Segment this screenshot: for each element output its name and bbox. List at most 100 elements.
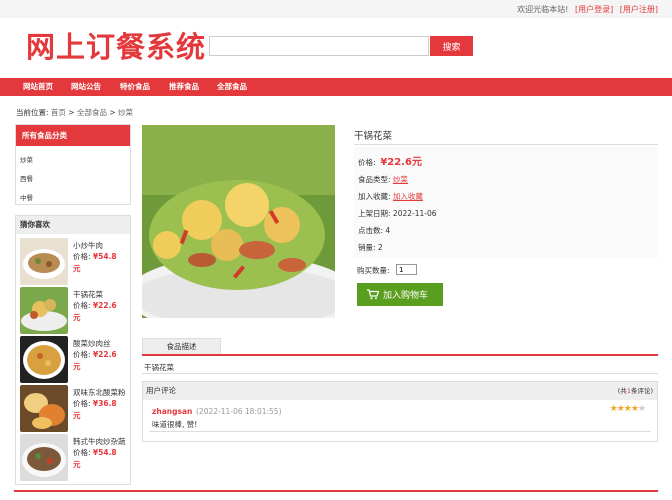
recommend-item-name[interactable]: 双味东北酸菜粉 <box>73 387 126 398</box>
welcome-text: 欢迎光临本站! <box>517 5 569 14</box>
price-label: 价格: <box>73 350 91 359</box>
recommend-item[interactable]: 酸菜炒肉丝 价格: ¥22.6 元 <box>20 336 130 383</box>
recommend-item-price: 价格: ¥54.8 元 <box>73 447 133 471</box>
breadcrumb-all[interactable]: 全部食品 <box>77 108 107 117</box>
price-value: ¥36.8 <box>92 399 117 408</box>
product-image <box>142 125 335 318</box>
product-price: ¥22.6元 <box>380 157 422 168</box>
comments-count: (共1条评论) <box>618 382 653 400</box>
rating-stars: ★★★★★ <box>609 404 646 414</box>
star-filled-icon: ★ <box>616 404 625 414</box>
price-value: ¥22.6 <box>92 301 117 310</box>
nav-item-notice[interactable]: 网站公告 <box>62 78 110 96</box>
breadcrumb-home[interactable]: 首页 <box>51 108 66 117</box>
search-input[interactable] <box>209 36 429 56</box>
recommend-item-price: 价格: ¥22.6 元 <box>73 300 133 324</box>
food-thumbnail[interactable] <box>20 287 68 334</box>
food-thumbnail[interactable] <box>20 434 68 481</box>
divider <box>149 431 651 432</box>
type-link[interactable]: 炒菜 <box>393 175 408 184</box>
add-to-cart-button[interactable]: 加入购物车 <box>357 283 443 306</box>
recommend-item-name[interactable]: 小炒牛肉 <box>73 240 103 251</box>
price-unit: 元 <box>73 264 81 273</box>
star-filled-icon: ★ <box>623 404 632 414</box>
product-title: 干锅花菜 <box>354 131 393 142</box>
clicks-label: 点击数: <box>358 226 384 235</box>
price-label: 价格: <box>358 158 376 167</box>
nav-item-all[interactable]: 全部食品 <box>208 78 256 96</box>
date-row: 上架日期: 2022-11-06 <box>358 208 437 219</box>
price-value: ¥54.8 <box>92 448 117 457</box>
recommend-item-price: 价格: ¥36.8 元 <box>73 398 133 422</box>
divider <box>354 144 658 145</box>
breadcrumb: 当前位置: 首页 > 全部食品 > 炒菜 <box>16 107 133 118</box>
nav-item-recommend[interactable]: 推荐食品 <box>160 78 208 96</box>
star-filled-icon: ★ <box>609 404 618 414</box>
breadcrumb-sep: > <box>65 108 77 117</box>
food-thumbnail[interactable] <box>20 385 68 432</box>
top-bar: 欢迎光临本站! [用户登录] [用户注册] <box>0 0 672 18</box>
type-label: 食品类型: <box>358 175 391 184</box>
comments-panel: 用户评论 (共1条评论) zhangsan (2022-11-06 18:01:… <box>142 381 658 442</box>
quantity-input[interactable] <box>396 264 417 275</box>
breadcrumb-current: 炒菜 <box>118 108 134 117</box>
recommend-item-name[interactable]: 韩式牛肉炒杂蔬 <box>73 436 126 447</box>
description-text: 干锅花菜 <box>144 363 174 372</box>
comment-user: zhangsan <box>152 407 193 416</box>
price-label: 价格: <box>73 399 91 408</box>
count-prefix: (共 <box>617 387 627 395</box>
type-row: 食品类型: 炒菜 <box>358 174 408 185</box>
recommend-item[interactable]: 韩式牛肉炒杂蔬 价格: ¥54.8 元 <box>20 434 130 481</box>
price-value: ¥54.8 <box>92 252 117 261</box>
breadcrumb-prefix: 当前位置: <box>16 108 51 117</box>
register-link[interactable]: [用户注册] <box>620 5 658 14</box>
price-unit: 元 <box>73 313 81 322</box>
recommend-panel: 猜你喜欢 小炒牛肉 价格: ¥54.8 元 干锅花菜 价格: ¥22.6 元 酸菜炒… <box>15 215 131 485</box>
comments-title: 用户评论 <box>143 382 657 400</box>
recommend-item[interactable]: 小炒牛肉 价格: ¥54.8 元 <box>20 238 130 285</box>
star-empty-icon: ★ <box>637 404 646 414</box>
price-label: 价格: <box>73 301 91 310</box>
recommend-item-price: 价格: ¥54.8 元 <box>73 251 133 275</box>
count-suffix: 条评论) <box>630 387 653 395</box>
category-panel: 所有食品分类 炒菜 西餐 中餐 <box>15 124 131 205</box>
category-item[interactable]: 西餐 <box>20 173 33 183</box>
sales-row: 销量: 2 <box>358 242 383 253</box>
main-nav: 网站首页 网站公告 特价食品 推荐食品 全部食品 <box>0 78 672 96</box>
tab-description[interactable]: 食品描述 <box>142 338 221 355</box>
recommend-item-price: 价格: ¥22.6 元 <box>73 349 133 373</box>
recommend-item-name[interactable]: 干锅花菜 <box>73 289 103 300</box>
sales-label: 销量: <box>358 243 376 252</box>
price-value: ¥22.6 <box>92 350 117 359</box>
site-logo[interactable]: 网上订餐系统 <box>26 24 206 66</box>
divider <box>142 373 658 374</box>
nav-item-home[interactable]: 网站首页 <box>14 78 62 96</box>
recommend-item[interactable]: 干锅花菜 价格: ¥22.6 元 <box>20 287 130 334</box>
search-button[interactable]: 搜索 <box>430 36 473 56</box>
food-thumbnail[interactable] <box>20 336 68 383</box>
date-label: 上架日期: <box>358 209 391 218</box>
recommend-item[interactable]: 双味东北酸菜粉 价格: ¥36.8 元 <box>20 385 130 432</box>
divider <box>142 354 658 356</box>
clicks-value: 4 <box>385 226 391 235</box>
nav-item-special[interactable]: 特价食品 <box>110 78 160 96</box>
top-links: 欢迎光临本站! [用户登录] [用户注册] <box>517 4 658 15</box>
category-item[interactable]: 中餐 <box>20 192 33 202</box>
favorite-label: 加入收藏: <box>358 192 391 201</box>
date-value: 2022-11-06 <box>392 209 437 218</box>
login-link[interactable]: [用户登录] <box>575 5 613 14</box>
sales-value: 2 <box>377 243 383 252</box>
breadcrumb-sep: > <box>106 108 119 117</box>
category-item[interactable]: 炒菜 <box>20 154 33 164</box>
quantity-label: 购买数量: <box>357 266 390 275</box>
recommend-item-name[interactable]: 酸菜炒肉丝 <box>73 338 111 349</box>
comment-time: (2022-11-06 18:01:55) <box>196 407 282 416</box>
add-to-cart-label: 加入购物车 <box>383 291 429 301</box>
footer-divider <box>14 490 658 492</box>
add-favorite-link[interactable]: 加入收藏 <box>393 192 423 201</box>
price-label: 价格: <box>73 252 91 261</box>
star-filled-icon: ★ <box>630 404 639 414</box>
cart-icon <box>367 289 379 300</box>
food-thumbnail[interactable] <box>20 238 68 285</box>
price-unit: 元 <box>73 362 81 371</box>
